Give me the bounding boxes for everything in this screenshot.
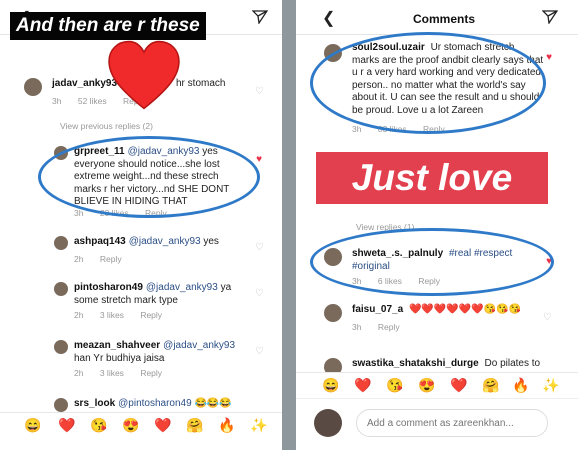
avatar[interactable] — [54, 282, 68, 296]
comment-text: han Yr budhiya jaisa — [74, 352, 165, 364]
comment-username[interactable]: ashpaq143 — [74, 236, 126, 247]
heart-icon[interactable]: ♡ — [255, 288, 264, 299]
comment-text: hr stomach — [176, 78, 226, 89]
avatar[interactable] — [54, 340, 68, 354]
comment-time: 2h — [74, 254, 84, 264]
emoji-button[interactable]: ❤️ — [58, 417, 75, 434]
comment-mention[interactable]: @pintosharon49 — [118, 398, 192, 409]
emoji-button[interactable]: 😍 — [122, 417, 139, 434]
reply-button[interactable]: Reply — [100, 254, 122, 264]
big-red-heart-icon — [108, 40, 180, 110]
avatar[interactable] — [324, 304, 342, 322]
emoji-button[interactable]: ✨ — [250, 417, 267, 434]
heart-icon[interactable]: ♥ — [546, 52, 552, 63]
avatar — [314, 409, 342, 437]
comment-mention[interactable]: @jadav_anky93 — [129, 236, 201, 247]
heart-icon[interactable]: ♡ — [255, 346, 264, 357]
comment-username[interactable]: swastika_shatakshi_durge — [352, 358, 479, 369]
comment-time: 2h — [74, 368, 84, 378]
emoji-button[interactable]: ❤️ — [354, 377, 371, 394]
emoji-button[interactable]: 😘 — [90, 417, 107, 434]
comment-text: 😂😂😂 — [194, 398, 232, 409]
emoji-reaction-bar: 😄 ❤️ 😘 😍 ❤️ 🤗 🔥 ✨ — [296, 372, 578, 397]
emoji-button[interactable]: 🔥 — [218, 417, 235, 434]
highlight-ellipse — [310, 32, 546, 134]
heart-icon[interactable]: ♡ — [543, 312, 552, 323]
highlight-ellipse — [310, 228, 554, 296]
emoji-button[interactable]: ✨ — [542, 377, 559, 394]
emoji-button[interactable]: 🔥 — [512, 377, 529, 394]
comment-meta: 2h 3 likes Reply — [74, 368, 176, 378]
emoji-button[interactable]: 🤗 — [186, 417, 203, 434]
heart-icon[interactable]: ♡ — [255, 242, 264, 253]
reply-button[interactable]: Reply — [378, 322, 400, 332]
comment-likes[interactable]: 3 likes — [100, 310, 124, 320]
emoji-button[interactable]: 🤗 — [482, 377, 499, 394]
avatar[interactable] — [54, 398, 68, 412]
right-story-panel: ❮ Comments soul2soul.uzair Ur stomach st… — [296, 0, 578, 450]
send-icon[interactable] — [542, 10, 558, 24]
comment-time: 3h — [352, 322, 362, 332]
emoji-button[interactable]: 😍 — [418, 377, 435, 394]
comment-text: ❤️❤️❤️❤️❤️❤️😘😘😘 — [408, 304, 521, 315]
emoji-button[interactable]: ❤️ — [450, 377, 467, 394]
just-love-banner: Just love — [316, 152, 548, 204]
send-icon[interactable] — [252, 10, 268, 24]
heart-icon[interactable]: ♡ — [255, 86, 264, 97]
reply-button[interactable]: Reply — [140, 368, 162, 378]
add-comment-input[interactable] — [356, 409, 548, 437]
avatar[interactable] — [54, 236, 68, 250]
comments-header: ❮ Comments — [296, 0, 578, 35]
comment-text: Do pilates to — [484, 358, 541, 369]
comment-meta: 2h 3 likes Reply — [74, 310, 176, 320]
emoji-button[interactable]: 😄 — [322, 377, 339, 394]
comment-username[interactable]: pintosharon49 — [74, 282, 143, 293]
emoji-button[interactable]: 😘 — [386, 377, 403, 394]
left-story-panel: ❮ Comments jadav_anky93 hr stomach 3h 52… — [0, 0, 282, 450]
reply-button[interactable]: Reply — [140, 310, 162, 320]
comment-likes[interactable]: 52 likes — [78, 96, 107, 106]
comment-meta: 3h Reply — [352, 322, 414, 332]
avatar[interactable] — [24, 78, 42, 96]
header-title: Comments — [412, 12, 475, 26]
story-caption: And then are r these — [10, 12, 206, 40]
panel-divider — [282, 0, 296, 450]
view-previous-replies[interactable]: View previous replies (2) — [60, 121, 153, 131]
comment-time: 2h — [74, 310, 84, 320]
comment-mention[interactable]: @jadav_anky93 — [163, 340, 235, 351]
comment-text: yes — [203, 236, 219, 247]
comment-username[interactable]: faisu_07_a — [352, 304, 403, 315]
comment-meta: 2h Reply — [74, 254, 136, 264]
heart-icon[interactable]: ♥ — [256, 154, 262, 165]
comment-time: 3h — [352, 124, 362, 134]
emoji-button[interactable]: ❤️ — [154, 417, 171, 434]
comment-username[interactable]: meazan_shahveer — [74, 340, 160, 351]
comment-likes[interactable]: 3 likes — [100, 368, 124, 378]
emoji-reaction-bar: 😄 ❤️ 😘 😍 ❤️ 🤗 🔥 ✨ — [0, 412, 282, 437]
comment-username[interactable]: srs_look — [74, 398, 115, 409]
comment-mention[interactable]: @jadav_anky93 — [146, 282, 218, 293]
add-comment-bar — [296, 398, 578, 450]
comment-time: 3h — [52, 96, 62, 106]
emoji-button[interactable]: 😄 — [24, 417, 41, 434]
highlight-ellipse — [38, 136, 260, 218]
